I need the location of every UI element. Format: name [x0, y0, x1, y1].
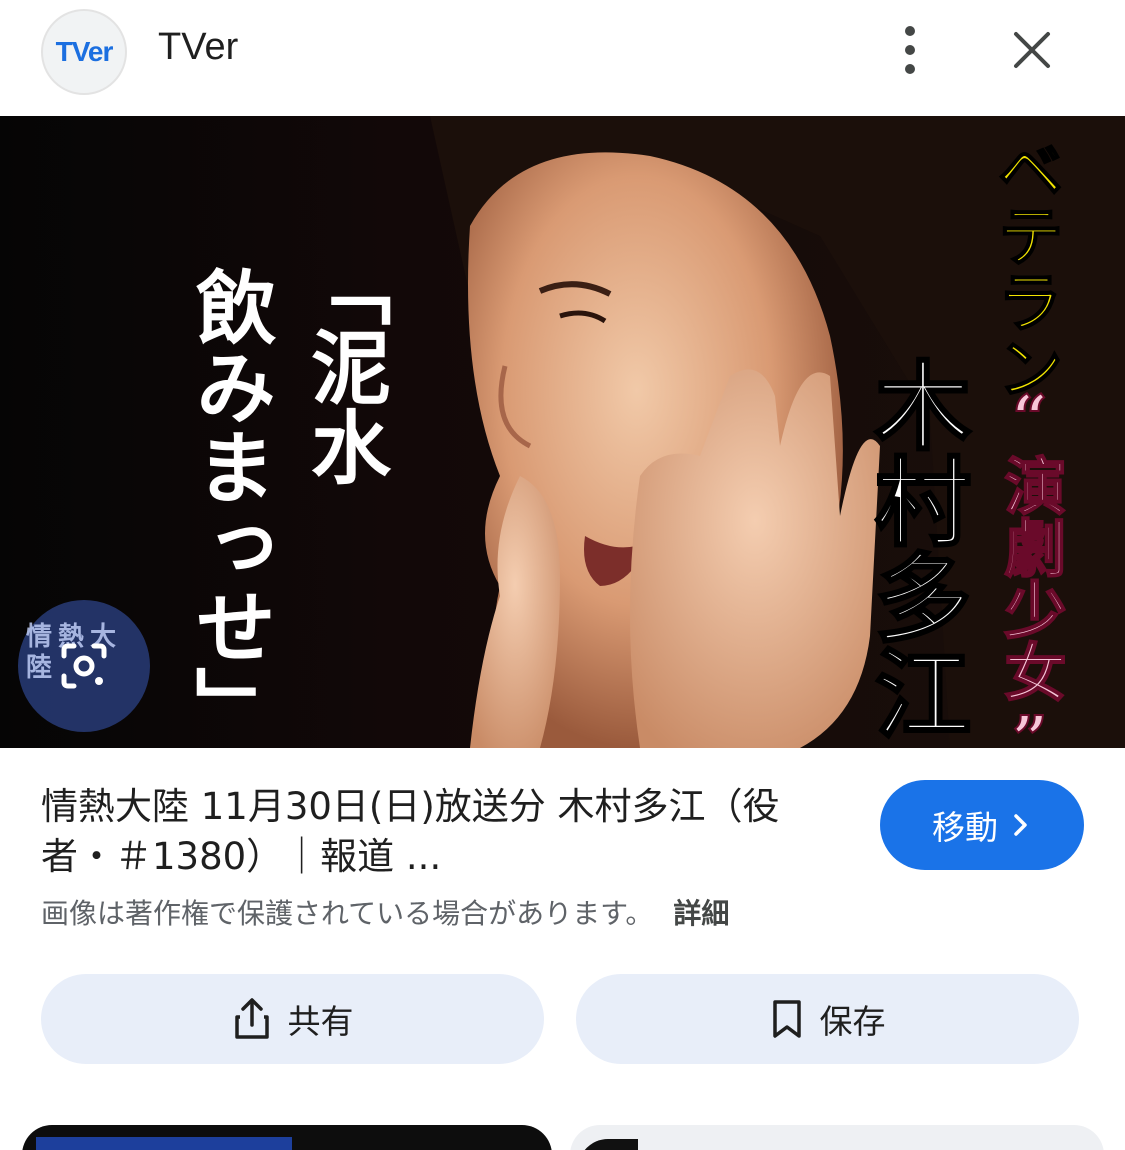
hero-caption-name: 木村多江: [859, 356, 972, 740]
related-thumbnail[interactable]: [22, 1125, 552, 1150]
copyright-text: 画像は著作権で保護されている場合があります。: [41, 897, 654, 930]
hero-caption-role: “演劇少女”: [994, 381, 1067, 748]
details-link[interactable]: 詳細: [673, 897, 729, 930]
thumbnail-banner: [36, 1137, 292, 1150]
visit-button[interactable]: 移動: [880, 780, 1084, 870]
thumbnail-image: [578, 1139, 638, 1150]
preview-image[interactable]: 「泥水 飲みまっせ」 ベテラン “演劇少女” 木村多江 情熱大陸: [0, 116, 1125, 748]
visit-label: 移動: [932, 808, 998, 847]
save-button[interactable]: 保存: [576, 974, 1079, 1064]
result-title[interactable]: 情熱大陸 11月30日(日)放送分 木村多江（役者・＃1380）｜報道 ...: [41, 782, 841, 882]
site-logo[interactable]: TVer: [41, 9, 127, 95]
google-lens-icon: [61, 643, 107, 689]
google-lens-button[interactable]: 情熱大陸: [18, 600, 150, 732]
close-icon: [1014, 32, 1050, 68]
tver-logo-text: TVer: [55, 36, 114, 67]
site-name[interactable]: TVer: [158, 26, 238, 69]
chevron-right-icon: [1014, 814, 1027, 836]
related-thumbnail[interactable]: [570, 1125, 1104, 1150]
more-vert-icon: [905, 26, 915, 74]
bookmark-icon: [772, 1000, 801, 1038]
top-bar: TVer TVer: [0, 0, 1125, 116]
close-button[interactable]: [1002, 20, 1062, 80]
share-label: 共有: [287, 1002, 354, 1041]
more-options-button[interactable]: [880, 20, 940, 80]
share-icon: [234, 998, 269, 1039]
svg-text:「泥水: 「泥水: [298, 246, 392, 486]
preview-image-artwork: 「泥水 飲みまっせ」 ベテラン “演劇少女” 木村多江: [0, 116, 1125, 748]
save-label: 保存: [819, 1002, 886, 1041]
share-button[interactable]: 共有: [41, 974, 544, 1064]
svg-text:飲みまっせ」: 飲みまっせ」: [183, 266, 277, 746]
hero-caption-veteran: ベテラン: [987, 136, 1064, 400]
copyright-notice: 画像は著作権で保護されている場合があります。 詳細: [41, 892, 729, 932]
